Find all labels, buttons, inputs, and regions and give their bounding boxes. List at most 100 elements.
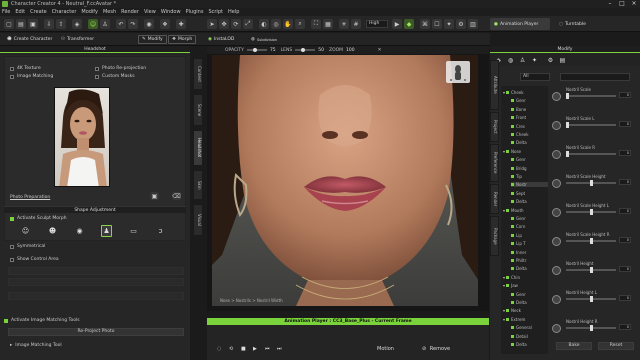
tree-node[interactable]: ▾ Nose	[503, 149, 548, 154]
tree-node[interactable]: ▾ Extrem	[503, 317, 548, 322]
tree-node[interactable]: Lip	[511, 233, 548, 238]
4k-texture-checkbox[interactable]	[10, 66, 14, 71]
camera-icon[interactable]: ◐	[259, 19, 269, 29]
expand-arrow-icon[interactable]: ▸	[10, 343, 12, 348]
tree-node-checkbox[interactable]	[511, 326, 514, 330]
tree-node[interactable]: General	[511, 325, 548, 330]
tree-expand-icon[interactable]: ▾	[503, 90, 505, 95]
symmetrical-checkbox[interactable]	[10, 244, 14, 249]
zoom-value[interactable]: 100	[346, 48, 355, 53]
menu-create[interactable]: Create	[30, 9, 47, 15]
morph-search-input[interactable]	[560, 73, 630, 81]
morph-slider-value[interactable]: 0	[619, 208, 631, 214]
tree-node[interactable]: Genr	[511, 98, 548, 103]
tree-expand-icon[interactable]: ▾	[503, 308, 505, 313]
menu-mesh[interactable]: Mesh	[103, 9, 116, 15]
morph-slider-thumb[interactable]	[590, 296, 593, 302]
move-icon[interactable]: ✥	[219, 19, 229, 29]
tree-expand-icon[interactable]: ▾	[503, 208, 505, 213]
menu-file[interactable]: File	[2, 9, 10, 15]
tree-node[interactable]: Cres	[511, 124, 548, 129]
tree-node-checkbox[interactable]	[511, 334, 514, 338]
morph-dial-icon[interactable]	[552, 179, 561, 188]
tab-content[interactable]: Content	[193, 58, 203, 90]
reset-button[interactable]: Reset	[598, 342, 634, 350]
next-frame-icon[interactable]: ⏭	[277, 346, 282, 352]
photo-reprojection-checkbox[interactable]	[95, 66, 99, 71]
stop-icon[interactable]: ■	[241, 346, 246, 352]
morph-dial-icon[interactable]	[552, 121, 561, 130]
menu-edit[interactable]: Edit	[15, 9, 25, 15]
material-tab-icon[interactable]: ◍	[506, 56, 515, 64]
quality-select[interactable]: High	[366, 20, 388, 28]
morph-slider-value[interactable]: 0	[619, 295, 631, 301]
morph-dial-icon[interactable]	[552, 92, 561, 101]
zoom-icon[interactable]: ⌕	[295, 19, 305, 29]
tree-node-checkbox[interactable]	[506, 149, 510, 153]
morph-slider-thumb[interactable]	[566, 93, 569, 99]
undo-icon[interactable]: ↶	[116, 19, 126, 29]
morph-icon[interactable]: ❖	[160, 19, 170, 29]
tree-node-checkbox[interactable]	[511, 141, 514, 145]
remove-button[interactable]: ⊘ Remove	[422, 346, 450, 352]
activate-image-matching-checkbox[interactable]	[4, 318, 8, 323]
instalod-button[interactable]: ◉ InstaLOD	[205, 35, 237, 44]
tree-node-checkbox[interactable]	[511, 166, 514, 170]
menu-view[interactable]: View	[144, 9, 156, 15]
photo-preparation-link[interactable]: Photo Preparation	[10, 195, 50, 200]
tree-node-checkbox[interactable]	[511, 259, 514, 262]
vtab-render[interactable]: Render	[490, 184, 499, 214]
view-navigator-widget[interactable]	[446, 61, 470, 83]
tree-node-checkbox[interactable]	[506, 91, 510, 94]
reproject-photo-button[interactable]: Re-Project Photo	[8, 328, 184, 336]
pan-icon[interactable]: ✋	[283, 19, 293, 29]
render-icon[interactable]: ▶	[392, 19, 402, 29]
morph-dial-icon[interactable]	[552, 324, 561, 333]
photo-delete-icon[interactable]: ⌫	[172, 192, 181, 200]
option-image-matching[interactable]: Image Matching	[10, 74, 53, 79]
tree-node[interactable]: Tip	[511, 174, 548, 179]
tree-node-checkbox[interactable]	[506, 275, 510, 279]
tree-node-checkbox[interactable]	[506, 208, 510, 212]
close-button[interactable]: ×	[628, 0, 640, 8]
menu-window[interactable]: Window	[161, 9, 181, 15]
fit-view-icon[interactable]: ⛶	[311, 19, 321, 29]
morph-slider-value[interactable]: 0	[619, 121, 631, 127]
tree-node[interactable]: Delta	[511, 342, 548, 347]
tree-node-checkbox[interactable]	[511, 191, 514, 195]
tree-node[interactable]: Philtr	[511, 258, 548, 263]
show-control-area-checkbox[interactable]	[10, 257, 14, 262]
tree-node-checkbox[interactable]	[511, 116, 514, 120]
tree-node-checkbox[interactable]	[511, 250, 514, 254]
morph-slider-thumb[interactable]	[590, 209, 593, 215]
photo-preparation-label[interactable]: Photo Preparation	[10, 195, 50, 200]
panel-view-icon[interactable]: ▤	[558, 56, 567, 64]
morph-slider-value[interactable]: 0	[619, 150, 631, 156]
tab-scene[interactable]: Scene	[193, 94, 203, 126]
menu-help[interactable]: Help	[228, 9, 239, 15]
morph-slider-thumb[interactable]	[590, 238, 593, 244]
turntable-button[interactable]: ◌ Turntable	[555, 18, 605, 30]
vtab-project[interactable]: Project	[490, 112, 499, 142]
panel-settings-icon[interactable]: ⚙	[546, 56, 555, 64]
morph-slider-value[interactable]: 0	[619, 237, 631, 243]
tree-node[interactable]: Detail	[511, 334, 548, 339]
tree-node[interactable]: Delta	[511, 300, 548, 305]
tree-node-checkbox[interactable]	[511, 242, 514, 246]
tree-node-checkbox[interactable]	[511, 292, 514, 296]
tab-headshot[interactable]: Headshot	[193, 130, 203, 166]
tree-node-checkbox[interactable]	[506, 284, 510, 288]
tree-node-checkbox[interactable]	[511, 133, 514, 136]
transformer-button[interactable]: ⚇ Transformer	[58, 35, 97, 44]
morph-slider-track[interactable]	[566, 153, 616, 155]
tree-node[interactable]: Genr	[511, 157, 548, 162]
tree-node[interactable]: ▾ Cheek	[503, 90, 548, 95]
option-symmetrical[interactable]: Symmetrical	[10, 244, 45, 249]
tree-expand-icon[interactable]: ▾	[503, 317, 505, 322]
tree-node-checkbox[interactable]	[511, 124, 514, 128]
light-icon[interactable]: ☀	[339, 19, 349, 29]
tree-node[interactable]: Corn	[511, 224, 548, 229]
minimize-button[interactable]: –	[604, 0, 616, 8]
scale-icon[interactable]: ⤢	[243, 19, 253, 29]
tree-node[interactable]: Front	[511, 115, 548, 120]
